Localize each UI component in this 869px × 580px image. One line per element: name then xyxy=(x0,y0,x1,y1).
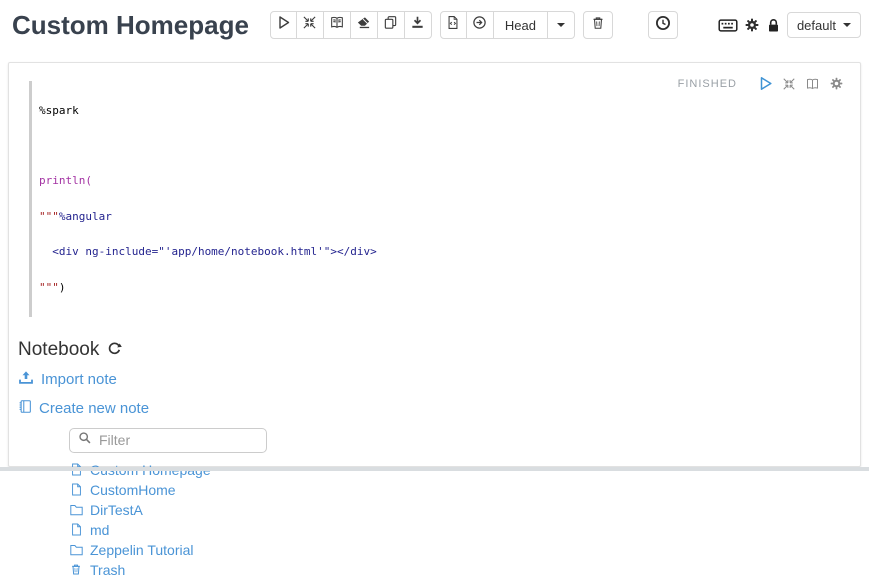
note-list-item: Trash xyxy=(69,560,860,580)
home-section: Notebook Import note Create new note Cus… xyxy=(18,339,860,580)
interpreter-binding-dropdown[interactable]: default xyxy=(787,12,861,38)
folder-link[interactable]: Zeppelin Tutorial xyxy=(90,542,194,558)
note-list-item: md xyxy=(69,520,860,540)
revision-group: Head xyxy=(440,11,575,39)
note-link[interactable]: CustomHome xyxy=(90,482,176,498)
note-title[interactable]: Custom Homepage xyxy=(12,10,249,41)
code-line: %spark xyxy=(39,105,630,117)
trash-link[interactable]: Trash xyxy=(90,562,125,578)
revision-dropdown-button[interactable] xyxy=(548,11,575,39)
create-note-icon xyxy=(18,399,32,418)
folder-icon xyxy=(69,504,83,516)
search-icon xyxy=(78,431,92,450)
toggle-code-button[interactable] xyxy=(297,11,324,39)
note-list-item: DirTestA xyxy=(69,500,860,520)
run-all-icon xyxy=(276,15,291,35)
export-note-button[interactable] xyxy=(405,11,432,39)
version-control-icon xyxy=(446,15,460,35)
clear-output-icon xyxy=(356,15,371,35)
paragraph-output-button[interactable] xyxy=(805,77,820,91)
caret-down-icon xyxy=(843,23,851,27)
delete-note-button[interactable] xyxy=(583,11,613,39)
interpreter-settings-icon[interactable] xyxy=(744,17,760,33)
revision-label: Head xyxy=(499,18,542,33)
collapse-code-icon xyxy=(302,15,317,35)
run-all-button[interactable] xyxy=(270,11,297,39)
clone-note-button[interactable] xyxy=(378,11,405,39)
code-line: """%angular xyxy=(39,211,630,223)
note-header: Custom Homepage Head xyxy=(0,0,869,50)
clone-note-icon xyxy=(383,15,398,35)
code-line xyxy=(39,140,630,152)
paragraph-collapse-button[interactable] xyxy=(782,77,796,91)
paragraph-card: FINISHED %spark println( """%angular <di… xyxy=(8,62,861,467)
note-filter xyxy=(69,428,267,453)
scheduler-button[interactable] xyxy=(648,11,678,39)
show-output-icon xyxy=(329,15,345,35)
file-icon xyxy=(69,523,83,536)
code-line: <div ng-include="'app/home/notebook.html… xyxy=(39,246,630,258)
paragraph-controls: FINISHED xyxy=(678,76,844,91)
import-note-link[interactable]: Import note xyxy=(18,370,117,390)
code-line: """) xyxy=(39,282,630,294)
notebook-heading: Notebook xyxy=(18,339,860,361)
refresh-notes-button[interactable] xyxy=(107,341,122,359)
note-link[interactable]: md xyxy=(90,522,109,538)
note-list-item: Zeppelin Tutorial xyxy=(69,540,860,560)
trash-icon xyxy=(69,563,83,576)
shortcuts-icon[interactable] xyxy=(718,18,738,33)
import-icon xyxy=(18,370,34,390)
page-background-strip xyxy=(0,467,869,471)
paragraph-run-button[interactable] xyxy=(758,76,773,91)
paragraph-status: FINISHED xyxy=(678,78,737,90)
export-note-icon xyxy=(410,15,425,35)
folder-link[interactable]: DirTestA xyxy=(90,502,143,518)
file-icon xyxy=(69,483,83,496)
code-editor[interactable]: %spark println( """%angular <div ng-incl… xyxy=(29,81,630,317)
revision-head-button[interactable]: Head xyxy=(494,11,548,39)
filter-input[interactable] xyxy=(97,431,258,449)
code-line: println( xyxy=(39,175,630,187)
paragraph-settings-button[interactable] xyxy=(829,76,844,91)
version-control-button[interactable] xyxy=(440,11,467,39)
set-revision-icon xyxy=(472,15,487,35)
note-list-item: CustomHome xyxy=(69,480,860,500)
header-right-cluster: default xyxy=(718,12,861,38)
note-list: Custom Homepage CustomHome DirTestA md Z… xyxy=(69,460,860,580)
folder-icon xyxy=(69,544,83,556)
note-actions-group xyxy=(270,11,432,39)
delete-note-icon xyxy=(591,15,605,36)
scheduler-icon xyxy=(655,15,671,36)
set-revision-button[interactable] xyxy=(467,11,494,39)
clear-output-button[interactable] xyxy=(351,11,378,39)
permissions-icon[interactable] xyxy=(766,18,781,33)
interpreter-label: default xyxy=(797,18,836,33)
create-note-link[interactable]: Create new note xyxy=(18,399,149,418)
refresh-icon xyxy=(107,341,122,359)
toggle-output-button[interactable] xyxy=(324,11,351,39)
caret-down-icon xyxy=(557,23,565,27)
